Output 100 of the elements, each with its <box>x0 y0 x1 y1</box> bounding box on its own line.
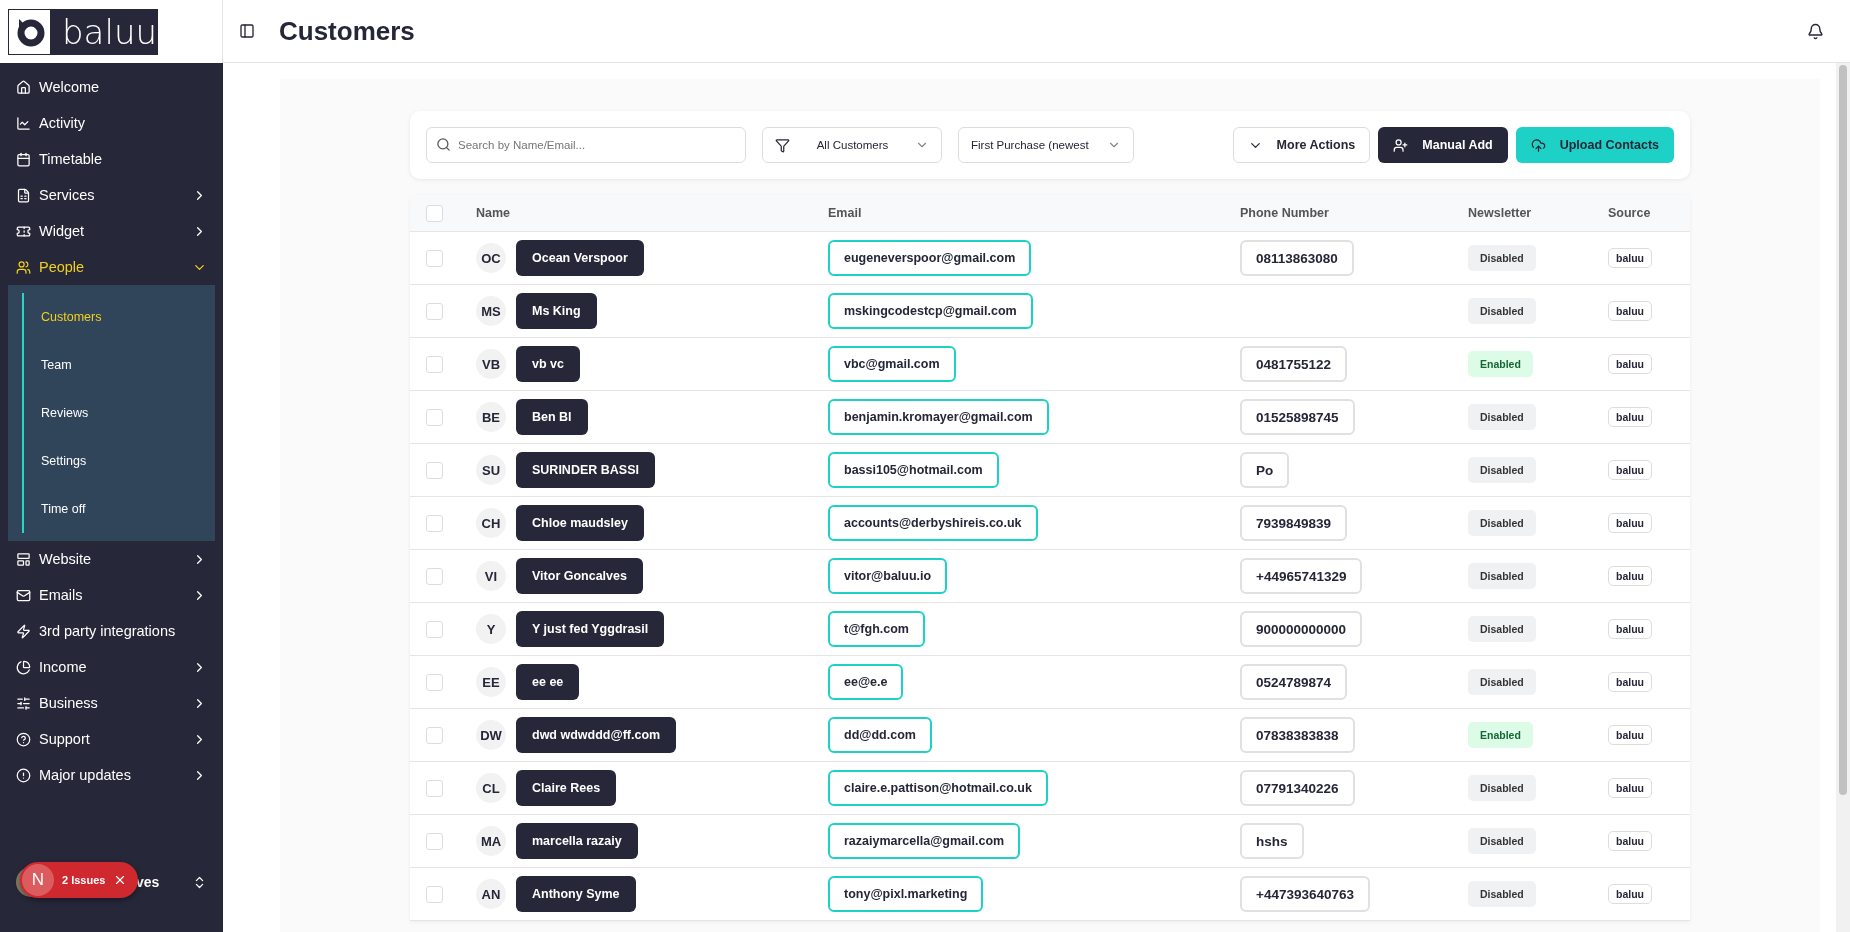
source-tag: baluu <box>1608 460 1652 480</box>
initials-avatar: Y <box>476 614 506 644</box>
email-chip[interactable]: dd@dd.com <box>828 717 932 753</box>
phone-chip[interactable]: 07838383838 <box>1240 717 1355 753</box>
email-chip[interactable]: benjamin.kromayer@gmail.com <box>828 399 1049 435</box>
email-chip[interactable]: vitor@baluu.io <box>828 558 948 594</box>
customer-name[interactable]: dwd wdwddd@ff.com <box>516 717 677 753</box>
initials-avatar: DW <box>476 720 506 750</box>
bell-icon[interactable] <box>1807 22 1824 40</box>
sidebar-item[interactable]: Support <box>0 721 223 757</box>
customer-name[interactable]: Anthony Syme <box>516 876 636 912</box>
newsletter-status: Disabled <box>1468 775 1536 801</box>
customer-name[interactable]: Ms King <box>516 293 597 329</box>
sidebar-item[interactable]: 3rd party integrations <box>0 613 223 649</box>
phone-chip[interactable]: +44965741329 <box>1240 558 1363 594</box>
page-title: Customers <box>279 15 416 47</box>
add-user-icon <box>1393 137 1409 153</box>
email-chip[interactable]: t@fgh.com <box>828 611 925 647</box>
email-chip[interactable]: mskingcodestcp@gmail.com <box>828 293 1033 329</box>
customer-name[interactable]: SURINDER BASSI <box>516 452 655 488</box>
line-chart-icon <box>16 115 31 131</box>
customer-name[interactable]: Ben Bl <box>516 399 588 435</box>
sidebar-toggle-icon[interactable] <box>239 23 255 39</box>
phone-chip[interactable]: 01525898745 <box>1240 399 1355 435</box>
phone-chip[interactable]: 07791340226 <box>1240 770 1355 806</box>
row-checkbox[interactable] <box>426 514 443 532</box>
select-all-checkbox[interactable] <box>426 204 443 222</box>
initials-avatar: SU <box>476 455 506 485</box>
sort-select[interactable]: First Purchase (newest <box>958 127 1134 163</box>
toolbar-button[interactable]: More Actions <box>1232 127 1371 163</box>
phone-chip[interactable]: +447393640763 <box>1240 876 1370 912</box>
email-chip[interactable]: vbc@gmail.com <box>828 346 956 382</box>
sidebar-item[interactable]: Business <box>0 685 223 721</box>
issues-toast[interactable]: N 2 Issues <box>20 862 138 898</box>
row-checkbox[interactable] <box>426 779 443 797</box>
row-checkbox[interactable] <box>426 620 443 638</box>
phone-chip[interactable]: 900000000000 <box>1240 611 1363 647</box>
sidebar-item[interactable]: Welcome <box>0 69 223 105</box>
scrollbar-thumb[interactable] <box>1839 65 1847 795</box>
source-tag: baluu <box>1608 248 1652 268</box>
customer-name[interactable]: Chloe maudsley <box>516 505 644 541</box>
customer-name[interactable]: ee ee <box>516 664 580 700</box>
phone-chip[interactable]: hshs <box>1240 823 1304 859</box>
customer-name[interactable]: Claire Rees <box>516 770 617 806</box>
row-checkbox[interactable] <box>426 249 443 267</box>
sidebar-item[interactable]: Emails <box>0 577 223 613</box>
row-checkbox[interactable] <box>426 355 443 373</box>
source-tag: baluu <box>1608 831 1652 851</box>
pie-chart-icon <box>16 659 31 675</box>
row-checkbox[interactable] <box>426 832 443 850</box>
email-chip[interactable]: accounts@derbyshireis.co.uk <box>828 505 1038 541</box>
phone-chip[interactable]: 0524789874 <box>1240 664 1348 700</box>
submenu-item[interactable]: Customers <box>24 293 215 341</box>
initials-avatar: AN <box>476 879 506 909</box>
sidebar-item[interactable]: Website <box>0 541 223 577</box>
customer-name[interactable]: vb vc <box>516 346 580 382</box>
customer-name[interactable]: marcella razaiy <box>516 823 638 859</box>
customer-name[interactable]: Vitor Goncalves <box>516 558 643 594</box>
submenu-item[interactable]: Reviews <box>24 389 215 437</box>
sidebar-item[interactable]: Income <box>0 649 223 685</box>
row-checkbox[interactable] <box>426 567 443 585</box>
email-chip[interactable]: ee@e.e <box>828 664 904 700</box>
row-checkbox[interactable] <box>426 408 443 426</box>
search-field[interactable]: Search by Name/Email... <box>426 127 746 163</box>
phone-chip[interactable]: 7939849839 <box>1240 505 1348 541</box>
customer-name[interactable]: Ocean Verspoor <box>516 240 644 276</box>
row-checkbox[interactable] <box>426 726 443 744</box>
email-chip[interactable]: claire.e.pattison@hotmail.co.uk <box>828 770 1048 806</box>
phone-chip[interactable]: 08113863080 <box>1240 240 1354 276</box>
toolbar-button[interactable]: Upload Contacts <box>1515 127 1674 163</box>
row-checkbox[interactable] <box>426 461 443 479</box>
sidebar-item[interactable]: Activity <box>0 105 223 141</box>
initials-avatar: MA <box>476 826 506 856</box>
sidebar-item[interactable]: Major updates <box>0 757 223 793</box>
alert-icon <box>16 767 31 783</box>
sidebar-item[interactable]: Services <box>0 177 223 213</box>
submenu-item[interactable]: Settings <box>24 437 215 485</box>
filter-select[interactable]: All Customers <box>762 127 942 163</box>
sidebar-item[interactable]: People <box>0 249 223 285</box>
email-chip[interactable]: eugeneverspoor@gmail.com <box>828 240 1032 276</box>
sidebar-item[interactable]: Widget <box>0 213 223 249</box>
phone-chip[interactable]: 0481755122 <box>1240 346 1348 382</box>
newsletter-status: Disabled <box>1468 457 1536 483</box>
toolbar-button[interactable]: Manual Add <box>1378 127 1508 163</box>
phone-chip[interactable]: Po <box>1240 452 1290 488</box>
row-checkbox[interactable] <box>426 302 443 320</box>
mail-icon <box>16 587 31 603</box>
row-checkbox[interactable] <box>426 885 443 903</box>
customer-name[interactable]: Y just fed Yggdrasil <box>516 611 665 647</box>
submenu-item[interactable]: Team <box>24 341 215 389</box>
sidebar-item[interactable]: Timetable <box>0 141 223 177</box>
row-checkbox[interactable] <box>426 673 443 691</box>
email-chip[interactable]: razaiymarcella@gmail.com <box>828 823 1021 859</box>
source-tag: baluu <box>1608 354 1652 374</box>
submenu-item[interactable]: Time off <box>24 485 215 533</box>
email-chip[interactable]: tony@pixl.marketing <box>828 876 984 912</box>
initials-avatar: MS <box>476 296 506 326</box>
email-chip[interactable]: bassi105@hotmail.com <box>828 452 999 488</box>
user-name: ves <box>136 874 160 890</box>
newsletter-status: Disabled <box>1468 245 1536 271</box>
